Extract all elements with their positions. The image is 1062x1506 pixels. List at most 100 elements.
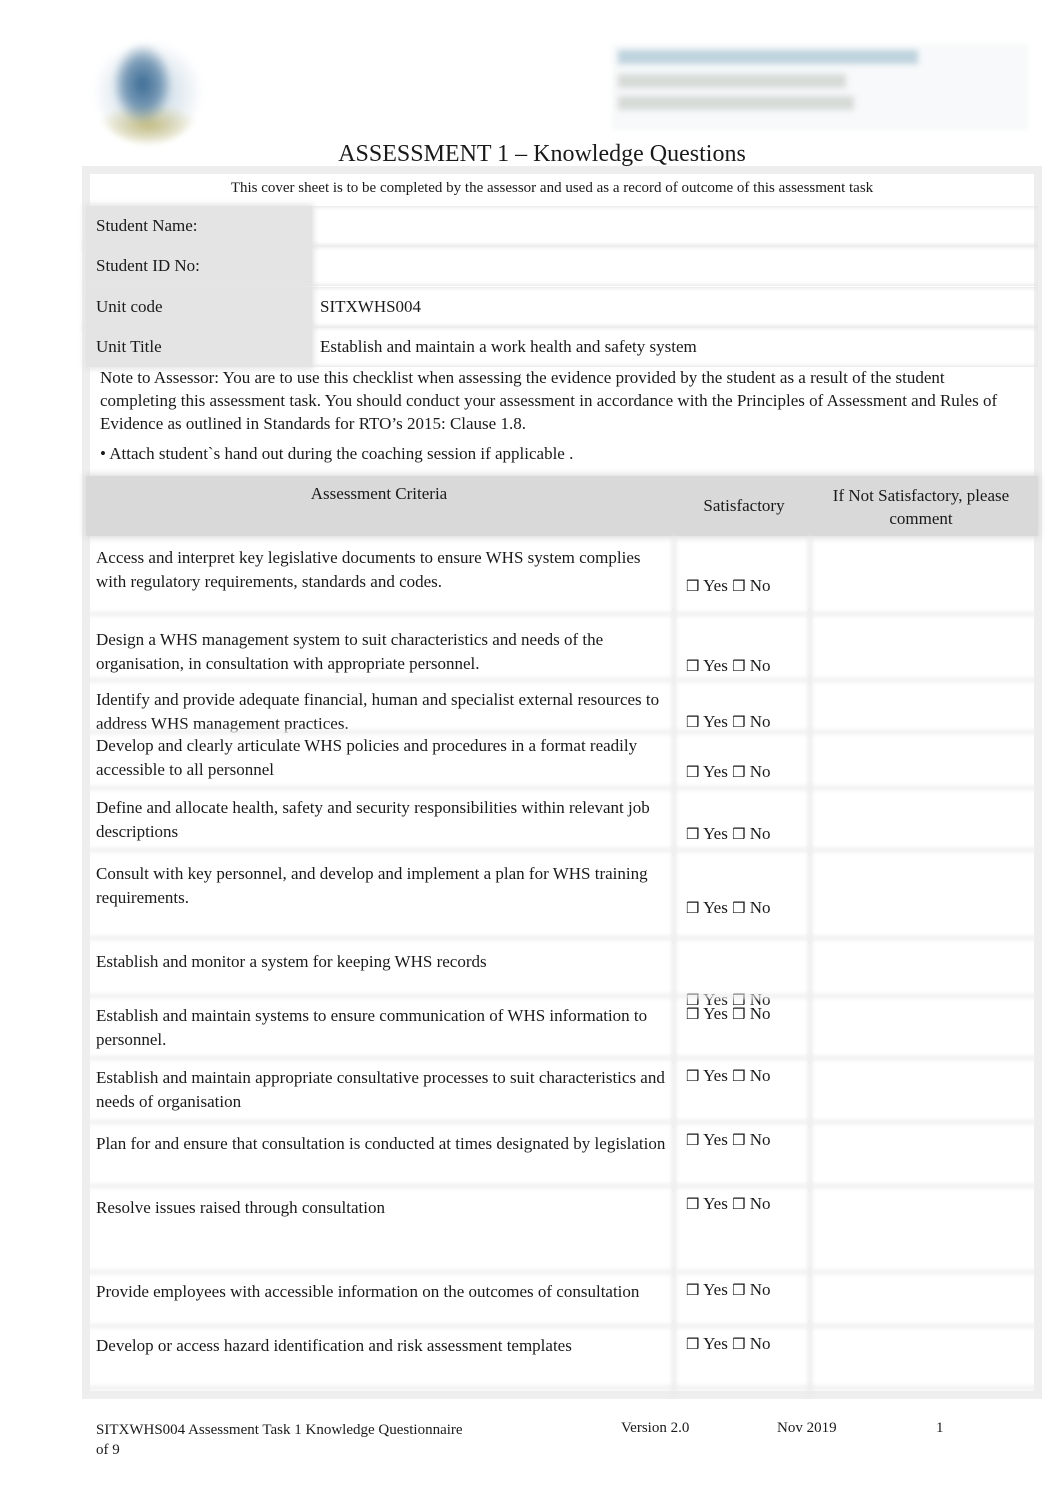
yes-label[interactable]: Yes: [703, 1004, 728, 1023]
no-label[interactable]: No: [750, 576, 771, 595]
no-checkbox[interactable]: ❒: [732, 1131, 745, 1149]
no-label[interactable]: No: [750, 1004, 771, 1023]
criteria-text: Provide employees with accessible inform…: [96, 1282, 640, 1301]
no-checkbox[interactable]: ❒: [732, 1195, 745, 1213]
satisfactory-options: ❒ Yes ❒ No: [686, 1004, 771, 1024]
institution-header-block: [612, 44, 1028, 130]
satisfactory-options: ❒ Yes ❒ No: [686, 762, 771, 782]
satisfactory-options: ❒ Yes ❒ No: [686, 1334, 771, 1354]
no-label[interactable]: No: [750, 1194, 771, 1213]
yes-label[interactable]: Yes: [703, 1194, 728, 1213]
unit-code-cell: SITXWHS004: [312, 287, 1038, 327]
yes-checkbox[interactable]: ❒: [686, 657, 699, 675]
yes-checkbox[interactable]: ❒: [686, 825, 699, 843]
no-label[interactable]: No: [750, 1130, 771, 1149]
comment-field[interactable]: [816, 794, 1026, 848]
yes-checkbox[interactable]: ❒: [686, 1067, 699, 1085]
yes-label[interactable]: Yes: [703, 1334, 728, 1353]
yes-label[interactable]: Yes: [703, 1280, 728, 1299]
student-name-row: Student Name:: [86, 206, 1038, 246]
yes-checkbox[interactable]: ❒: [686, 763, 699, 781]
yes-label[interactable]: Yes: [703, 712, 728, 731]
satisfactory-options: ❒ Yes ❒ No: [686, 898, 771, 918]
yes-checkbox[interactable]: ❒: [686, 899, 699, 917]
yes-label[interactable]: Yes: [703, 1130, 728, 1149]
yes-label[interactable]: Yes: [703, 576, 728, 595]
no-label[interactable]: No: [750, 656, 771, 675]
comment-field[interactable]: [816, 1002, 1026, 1056]
no-checkbox[interactable]: ❒: [732, 763, 745, 781]
criteria-row: Develop or access hazard identification …: [86, 1328, 1038, 1390]
unit-title-value: Establish and maintain a work health and…: [320, 337, 697, 356]
no-checkbox[interactable]: ❒: [732, 1005, 745, 1023]
yes-checkbox[interactable]: ❒: [686, 1005, 699, 1023]
satisfactory-options: ❒ Yes ❒ No: [686, 576, 771, 596]
yes-label[interactable]: Yes: [703, 1066, 728, 1085]
criteria-row: Access and interpret key legislative doc…: [86, 536, 1038, 616]
comment-field[interactable]: [816, 686, 1026, 730]
yes-label[interactable]: Yes: [703, 824, 728, 843]
header-assessment-criteria: Assessment Criteria: [310, 484, 448, 503]
comment-field[interactable]: [816, 1192, 1026, 1270]
yes-label[interactable]: Yes: [703, 898, 728, 917]
yes-label[interactable]: Yes: [703, 656, 728, 675]
satisfactory-options: ❒ Yes ❒ No: [686, 1280, 771, 1300]
footer-version: Version 2.0: [621, 1420, 690, 1436]
comment-field[interactable]: [816, 1332, 1026, 1386]
criteria-text: Establish and maintain systems to ensure…: [96, 1006, 648, 1049]
no-checkbox[interactable]: ❒: [732, 1335, 745, 1353]
institution-logo-icon: [92, 40, 204, 144]
comment-field[interactable]: [816, 620, 1026, 678]
comment-field[interactable]: [816, 1278, 1026, 1324]
no-label[interactable]: No: [750, 712, 771, 731]
criteria-row: Develop and clearly articulate WHS polic…: [86, 734, 1038, 790]
yes-label[interactable]: Yes: [703, 762, 728, 781]
assessment-criteria-table: Assessment Criteria Satisfactory If Not …: [86, 476, 1038, 1396]
unit-code-label: Unit code: [96, 297, 163, 316]
criteria-text: Identify and provide adequate financial,…: [96, 690, 660, 733]
document-title: ASSESSMENT 1 – Knowledge Questions: [338, 141, 746, 167]
no-checkbox[interactable]: ❒: [732, 657, 745, 675]
footer-doc-name: SITXWHS004 Assessment Task 1 Knowledge Q…: [96, 1422, 463, 1438]
comment-field[interactable]: [816, 944, 1026, 994]
criteria-text: Design a WHS management system to suit c…: [96, 630, 604, 673]
no-label[interactable]: No: [750, 1334, 771, 1353]
criteria-text: Define and allocate health, safety and s…: [96, 798, 650, 841]
student-name-label: Student Name:: [96, 216, 198, 235]
yes-checkbox[interactable]: ❒: [686, 1281, 699, 1299]
yes-checkbox[interactable]: ❒: [686, 1195, 699, 1213]
comment-field[interactable]: [816, 540, 1026, 612]
comment-field[interactable]: [816, 856, 1026, 936]
criteria-row: Resolve issues raised through consultati…: [86, 1188, 1038, 1274]
no-label[interactable]: No: [750, 1280, 771, 1299]
criteria-row: Plan for and ensure that consultation is…: [86, 1124, 1038, 1188]
no-label[interactable]: No: [750, 824, 771, 843]
no-label[interactable]: No: [750, 1066, 771, 1085]
comment-field[interactable]: [816, 1128, 1026, 1184]
unit-title-row: Unit Title Establish and maintain a work…: [86, 327, 1038, 367]
criteria-row: Establish and maintain systems to ensure…: [86, 998, 1038, 1060]
no-checkbox[interactable]: ❒: [732, 825, 745, 843]
comment-field[interactable]: [816, 738, 1026, 786]
yes-checkbox[interactable]: ❒: [686, 1335, 699, 1353]
no-label[interactable]: No: [750, 898, 771, 917]
satisfactory-options: ❒ Yes ❒ No: [686, 1130, 771, 1150]
criteria-row: Identify and provide adequate financial,…: [86, 682, 1038, 734]
no-checkbox[interactable]: ❒: [732, 899, 745, 917]
criteria-text: Develop or access hazard identification …: [96, 1336, 572, 1355]
comment-field[interactable]: [816, 1064, 1026, 1120]
no-label[interactable]: No: [750, 762, 771, 781]
student-name-field[interactable]: [312, 206, 1038, 246]
yes-checkbox[interactable]: ❒: [686, 713, 699, 731]
unit-code-row: Unit code SITXWHS004: [86, 287, 1038, 327]
yes-checkbox[interactable]: ❒: [686, 577, 699, 595]
no-checkbox[interactable]: ❒: [732, 577, 745, 595]
satisfactory-options: ❒ Yes ❒ No: [686, 1194, 771, 1214]
no-checkbox[interactable]: ❒: [732, 1067, 745, 1085]
student-id-field[interactable]: [312, 246, 1038, 286]
no-checkbox[interactable]: ❒: [732, 1281, 745, 1299]
criteria-row: Define and allocate health, safety and s…: [86, 790, 1038, 852]
no-checkbox[interactable]: ❒: [732, 713, 745, 731]
yes-checkbox[interactable]: ❒: [686, 1131, 699, 1149]
institution-contact-blurred: [618, 96, 854, 110]
